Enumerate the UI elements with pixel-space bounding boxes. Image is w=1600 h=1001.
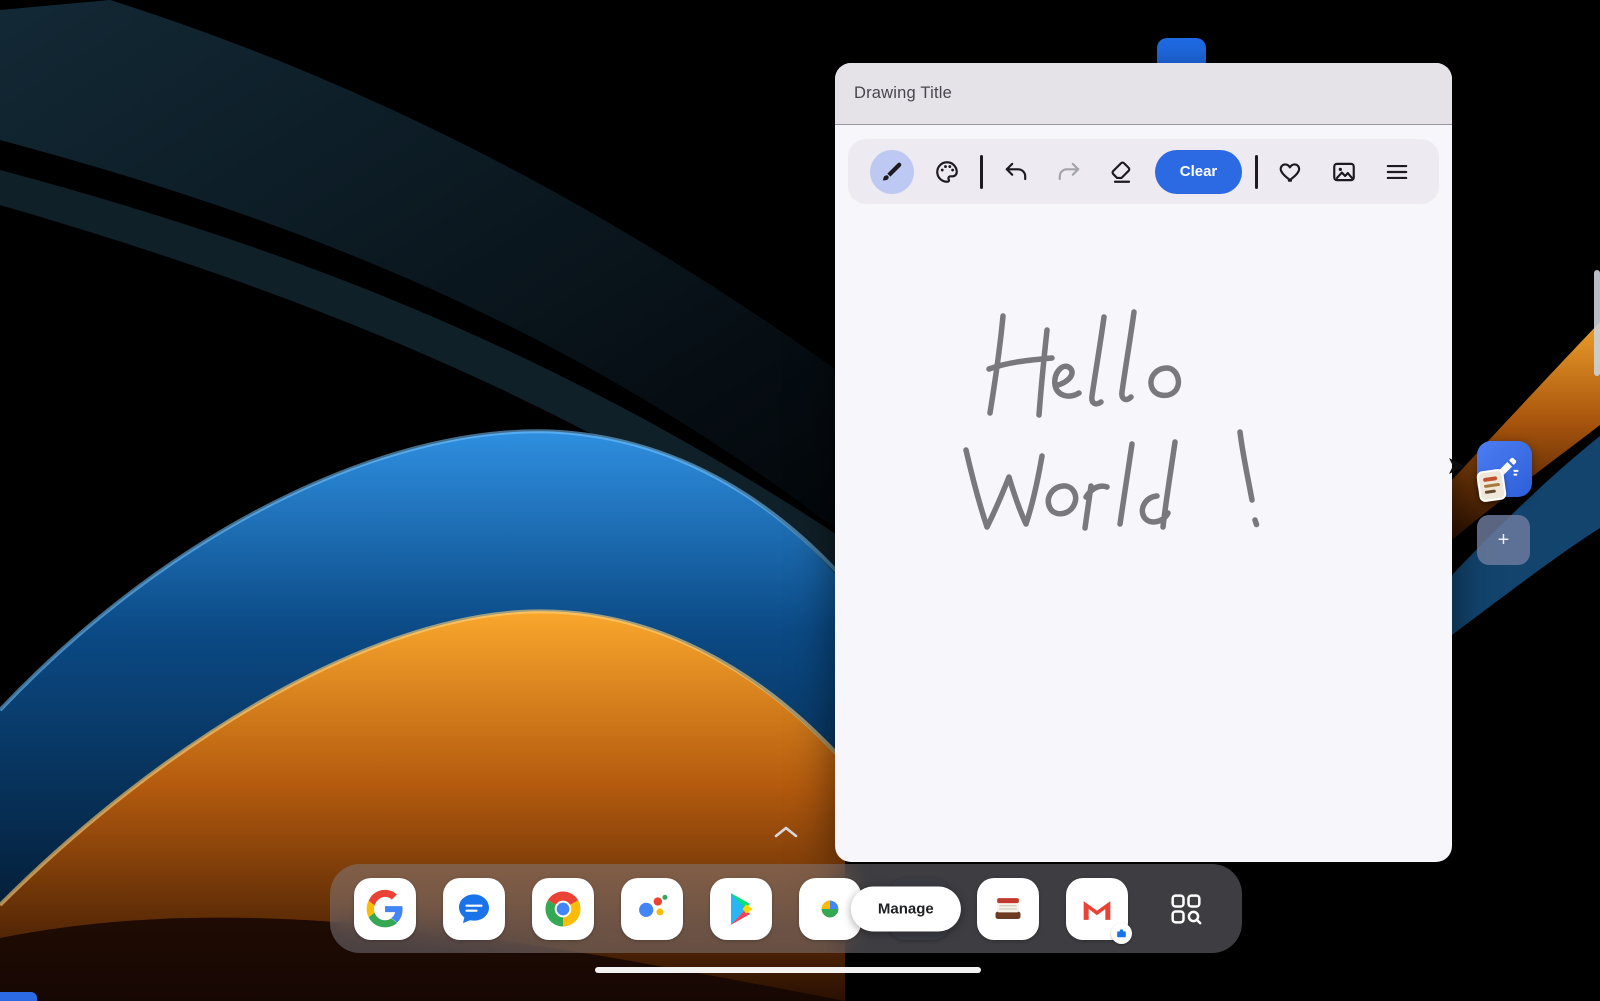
favorite-button[interactable]	[1271, 152, 1311, 192]
drawing-app-window: Drawing Title	[835, 63, 1452, 862]
play-store-icon	[721, 889, 761, 929]
sticker-icon	[1476, 468, 1507, 502]
briefcase-icon	[1115, 927, 1128, 940]
window-titlebar[interactable]: Drawing Title	[835, 63, 1452, 125]
brush-icon	[879, 159, 905, 185]
palette-icon	[934, 159, 960, 185]
add-note-button[interactable]: +	[1477, 515, 1530, 565]
dock: Manage	[330, 864, 1242, 953]
chevron-up-icon[interactable]	[772, 824, 800, 840]
clear-button[interactable]: Clear	[1155, 150, 1243, 194]
cursor-arrow-icon	[1447, 456, 1467, 476]
undo-icon	[1003, 159, 1029, 185]
drawing-canvas[interactable]	[835, 204, 1452, 862]
dock-app-assistant[interactable]	[621, 878, 683, 940]
window-title: Drawing Title	[854, 84, 952, 103]
dock-app-book[interactable]	[977, 878, 1039, 940]
chrome-icon	[543, 889, 583, 929]
canvas-handwriting	[835, 204, 1452, 862]
dock-app-google[interactable]	[354, 878, 416, 940]
google-icon	[365, 889, 405, 929]
brush-tool-button[interactable]	[870, 150, 914, 194]
palette-button[interactable]	[927, 152, 967, 192]
book-icon	[988, 889, 1028, 929]
screen: Drawing Title	[0, 0, 1600, 1001]
gmail-icon	[1077, 889, 1117, 929]
edge-scrollbar[interactable]	[1594, 270, 1600, 376]
corner-accent	[0, 992, 37, 1001]
dock-app-play-store[interactable]	[710, 878, 772, 940]
app-drawer-button[interactable]	[1155, 878, 1217, 940]
dock-app-chrome[interactable]	[532, 878, 594, 940]
dock-app-gmail[interactable]	[1066, 878, 1128, 940]
eraser-icon	[1109, 159, 1135, 185]
app-drawer-search-icon	[1166, 889, 1206, 929]
eraser-button[interactable]	[1102, 152, 1142, 192]
image-icon	[1331, 159, 1357, 185]
undo-button[interactable]	[996, 152, 1036, 192]
menu-button[interactable]	[1377, 152, 1417, 192]
work-profile-badge	[1111, 923, 1132, 944]
heart-icon	[1278, 159, 1304, 185]
photos-icon	[810, 889, 850, 929]
plus-icon: +	[1498, 529, 1510, 552]
redo-icon	[1056, 159, 1082, 185]
manage-button[interactable]: Manage	[851, 886, 961, 931]
gesture-navigation-bar[interactable]	[595, 967, 981, 973]
insert-image-button[interactable]	[1324, 152, 1364, 192]
toolbar-divider	[1255, 155, 1258, 189]
dock-app-obscured[interactable]: Manage	[888, 878, 950, 940]
dock-app-messages[interactable]	[443, 878, 505, 940]
drawing-toolbar: Clear	[848, 139, 1439, 204]
messages-icon	[454, 889, 494, 929]
toolbar-divider	[980, 155, 983, 189]
redo-button[interactable]	[1049, 152, 1089, 192]
assistant-icon	[632, 889, 672, 929]
menu-icon	[1384, 159, 1410, 185]
